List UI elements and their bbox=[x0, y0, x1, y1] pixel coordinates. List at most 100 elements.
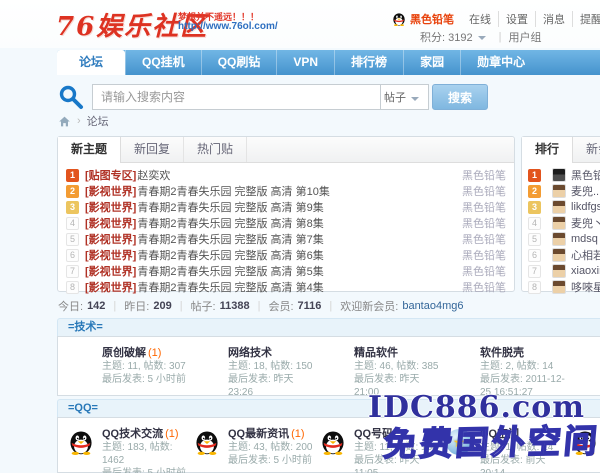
nav-tab-forum[interactable]: 论坛 bbox=[57, 50, 125, 75]
forum-name[interactable]: 原创破解(1) bbox=[102, 346, 188, 360]
home-icon[interactable] bbox=[58, 115, 71, 128]
search-input[interactable] bbox=[92, 84, 381, 110]
member-name[interactable]: 麦兜...小峰 bbox=[571, 183, 600, 199]
nav-tab-qq-hangup[interactable]: QQ挂机 bbox=[125, 50, 201, 75]
nav-tab-home[interactable]: 家园 bbox=[403, 50, 460, 75]
thread-author[interactable]: 黑色铅笔 bbox=[462, 215, 506, 231]
nav-tab-vpn[interactable]: VPN bbox=[276, 50, 334, 75]
list-item: 6 心相若则不弃 bbox=[522, 247, 600, 263]
tab-ranking[interactable]: 排行 bbox=[522, 137, 573, 163]
avatar[interactable] bbox=[552, 216, 566, 230]
logo-url: http://www.76ol.com/ bbox=[178, 21, 278, 32]
thread-author[interactable]: 黑色铅笔 bbox=[462, 167, 506, 183]
thread-author[interactable]: 黑色铅笔 bbox=[462, 231, 506, 247]
user-link-online[interactable]: 在线 bbox=[462, 11, 499, 27]
member-name[interactable]: 心相若则不弃 bbox=[571, 247, 600, 263]
category-tech-header[interactable]: =技术= bbox=[57, 318, 600, 336]
avatar[interactable] bbox=[552, 184, 566, 198]
tab-new-replies[interactable]: 新回复 bbox=[121, 137, 184, 162]
member-name[interactable]: likdfgs bbox=[571, 201, 600, 213]
member-name[interactable]: xiaoxing123 bbox=[571, 265, 600, 277]
table-row: 5 [影视世界] 青春期2青春失乐园 完整版 高清 第7集 黑色铅笔 bbox=[58, 231, 514, 247]
member-name[interactable]: 黑色铅笔 bbox=[571, 167, 600, 183]
thread-title[interactable]: 青春期2青春失乐园 完整版 高清 第4集 bbox=[137, 279, 454, 295]
nav-tab-qq-diamond[interactable]: QQ刷钻 bbox=[201, 50, 277, 75]
forum-name[interactable]: 网络技术 bbox=[228, 346, 314, 360]
forum-name[interactable]: QQ最新资讯(1) bbox=[228, 427, 314, 441]
tab-new-threads[interactable]: 新主题 bbox=[58, 137, 121, 163]
member-name[interactable]: 哆唻星 bbox=[571, 279, 600, 295]
thread-category[interactable]: [影视世界] bbox=[85, 247, 136, 263]
chevron-down-icon[interactable] bbox=[478, 36, 486, 40]
new-posts-badge: (1) bbox=[165, 428, 178, 440]
thread-author[interactable]: 黑色铅笔 bbox=[462, 263, 506, 279]
thread-author[interactable]: 黑色铅笔 bbox=[462, 183, 506, 199]
search-button[interactable]: 搜索 bbox=[432, 84, 488, 110]
thread-category[interactable]: [影视世界] bbox=[85, 199, 136, 215]
nav-tab-ranking[interactable]: 排行榜 bbox=[334, 50, 403, 75]
avatar[interactable] bbox=[552, 264, 566, 278]
breadcrumb-forum[interactable]: 论坛 bbox=[87, 113, 109, 129]
search-scope-value: 帖子 bbox=[384, 89, 406, 105]
thread-author[interactable]: 黑色铅笔 bbox=[462, 279, 506, 295]
list-item: 5 mdsq bbox=[522, 231, 600, 247]
user-link-settings[interactable]: 设置 bbox=[499, 11, 536, 27]
avatar[interactable] bbox=[552, 200, 566, 214]
thread-title[interactable]: 青春期2青春失乐园 完整版 高清 第8集 bbox=[137, 215, 454, 231]
forum-name[interactable]: 精品软件 bbox=[354, 346, 440, 360]
search-scope-select[interactable]: 帖子 bbox=[381, 84, 429, 110]
forum-stats-line: 主题: 18, 帖数: 150 bbox=[228, 360, 314, 373]
divider: | bbox=[258, 300, 261, 312]
posts-label: 帖子: bbox=[191, 298, 216, 314]
tab-hot-posts[interactable]: 热门贴 bbox=[184, 137, 247, 162]
thread-author[interactable]: 黑色铅笔 bbox=[462, 247, 506, 263]
rank-badge: 4 bbox=[66, 217, 79, 230]
avatar[interactable] bbox=[552, 248, 566, 262]
rank-badge: 2 bbox=[66, 185, 79, 198]
avatar[interactable] bbox=[552, 168, 566, 182]
watermark-slogan: 免费国外空间 bbox=[382, 414, 600, 466]
credits-label[interactable]: 积分: 3192 bbox=[420, 29, 473, 45]
user-group-label[interactable]: 用户组 bbox=[508, 29, 541, 45]
forum-cell: QQ技术交流(1) 主题: 183, 帖数: 1462 最后发表: 5 小时前 bbox=[62, 427, 188, 473]
avatar[interactable] bbox=[552, 280, 566, 294]
chevron-down-icon bbox=[411, 97, 419, 101]
thread-author[interactable]: 黑色铅笔 bbox=[462, 199, 506, 215]
thread-title[interactable]: 青春期2青春失乐园 完整版 高清 第7集 bbox=[137, 231, 454, 247]
member-name[interactable]: mdsq bbox=[571, 233, 598, 245]
forum-stats-line: 主题: 43, 帖数: 200 bbox=[228, 441, 314, 454]
user-link-messages[interactable]: 消息 bbox=[536, 11, 573, 27]
user-toolbar: 黑色铅笔 在线 设置 消息 提醒 模块管理 管理中心 bbox=[392, 11, 600, 27]
thread-category[interactable]: [影视世界] bbox=[85, 215, 136, 231]
today-count: 142 bbox=[87, 300, 105, 312]
main-nav: 论坛 QQ挂机 QQ刷钻 VPN 排行榜 家园 勋章中心 bbox=[57, 50, 600, 75]
avatar[interactable] bbox=[552, 232, 566, 246]
forum-lastpost-line[interactable]: 最后发表: 5 小时前 bbox=[102, 467, 188, 473]
members-label: 会员: bbox=[268, 298, 293, 314]
forum-name[interactable]: QQ技术交流(1) bbox=[102, 427, 188, 441]
thread-title[interactable]: 青春期2青春失乐园 完整版 高清 第5集 bbox=[137, 263, 454, 279]
thread-title[interactable]: 青春期2青春失乐园 完整版 高清 第9集 bbox=[137, 199, 454, 215]
forum-lastpost-line[interactable]: 最后发表: 5 小时前 bbox=[228, 454, 314, 467]
thread-category[interactable]: [影视世界] bbox=[85, 231, 136, 247]
forum-lastpost-line[interactable]: 最后发表: 昨天 23:26 bbox=[228, 373, 314, 399]
thread-category[interactable]: [影视世界] bbox=[85, 279, 136, 295]
thread-category[interactable]: [贴图专区] bbox=[85, 167, 136, 183]
thread-list: 1 [贴图专区] 赵奕欢 黑色铅笔 2 [影视世界] 青春期2青春失乐园 完整版… bbox=[58, 163, 514, 295]
forum-cell: QQ最新资讯(1) 主题: 43, 帖数: 200 最后发表: 5 小时前 bbox=[188, 427, 314, 467]
current-username[interactable]: 黑色铅笔 bbox=[410, 11, 454, 27]
forum-lastpost-line[interactable]: 最后发表: 5 小时前 bbox=[102, 373, 188, 386]
table-row: 2 [影视世界] 青春期2青春失乐园 完整版 高清 第10集 黑色铅笔 bbox=[58, 183, 514, 199]
nav-tab-medals[interactable]: 勋章中心 bbox=[460, 50, 541, 75]
thread-title[interactable]: 青春期2青春失乐园 完整版 高清 第6集 bbox=[137, 247, 454, 263]
thread-category[interactable]: [影视世界] bbox=[85, 183, 136, 199]
newest-member-link[interactable]: bantao4mg6 bbox=[402, 300, 463, 312]
rank-badge: 1 bbox=[528, 169, 541, 182]
thread-title[interactable]: 青春期2青春失乐园 完整版 高清 第10集 bbox=[137, 183, 454, 199]
thread-title[interactable]: 赵奕欢 bbox=[137, 167, 454, 183]
tab-new-members[interactable]: 新会员 bbox=[573, 137, 600, 162]
member-name[interactable]: 麦兜丶_A姐 bbox=[571, 215, 600, 231]
thread-category[interactable]: [影视世界] bbox=[85, 263, 136, 279]
forum-name[interactable]: 软件脱壳 bbox=[480, 346, 566, 360]
user-link-notices[interactable]: 提醒 bbox=[573, 11, 600, 27]
